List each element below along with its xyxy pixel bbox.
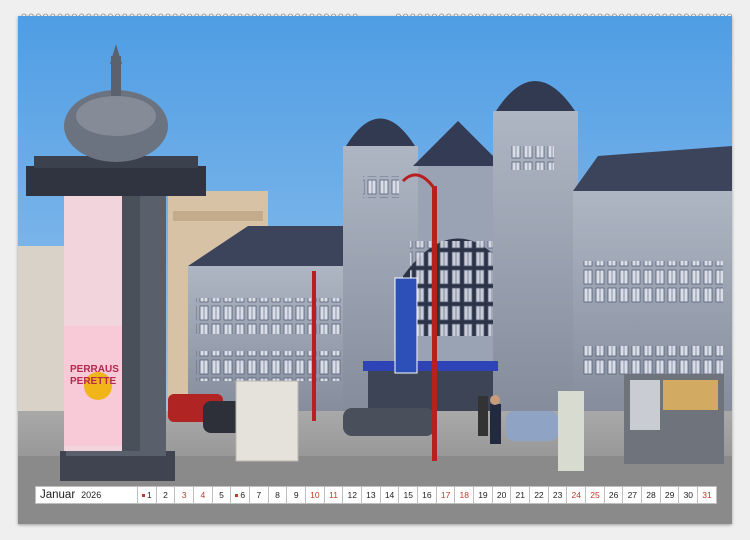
day-number: 5 <box>219 490 224 500</box>
month-label: Januar 2026 <box>36 487 138 503</box>
calendar-day: 10 <box>306 487 325 503</box>
day-number: 9 <box>293 490 299 500</box>
day-number: 30 <box>683 490 694 500</box>
day-number: 31 <box>702 490 712 500</box>
day-number: 1 <box>146 490 152 500</box>
calendar-day: 9 <box>287 487 307 503</box>
day-number: 16 <box>422 490 432 500</box>
day-number: 7 <box>256 490 262 500</box>
day-number: 15 <box>403 490 413 500</box>
calendar-day: 25 <box>586 487 605 503</box>
day-number: 18 <box>459 490 469 500</box>
calendar-day: 8 <box>269 487 288 503</box>
calendar-day: 23 <box>549 487 568 503</box>
calendar-day: 13 <box>362 487 381 503</box>
day-number: 11 <box>329 490 338 500</box>
calendar-day: 14 <box>381 487 400 503</box>
day-number: 27 <box>627 490 638 500</box>
calendar-day: 21 <box>511 487 531 503</box>
day-number: 25 <box>590 490 600 500</box>
station-photo: PERRAUS PERETTE <box>18 16 732 524</box>
day-number: 22 <box>534 490 544 500</box>
calendar-day: 2 <box>157 487 176 503</box>
calendar-day: 30 <box>679 487 699 503</box>
day-number: 3 <box>181 490 187 500</box>
calendar-sheet: PERRAUS PERETTE Januar 2026 1 2 3 4 5 6 7 8 9 10 1… <box>18 16 732 524</box>
month-year: 2026 <box>81 490 102 500</box>
calendar-day: 24 <box>567 487 587 503</box>
day-row: 1 2 3 4 5 6 7 8 9 10 11 12 13 14 15 16 17 18 19 20 21 22 23 24 2… <box>138 487 716 503</box>
calendar-day: 26 <box>605 487 624 503</box>
day-number: 29 <box>664 490 675 500</box>
day-number: 14 <box>384 490 395 500</box>
calendar-day: 5 <box>213 487 232 503</box>
holiday-marker-icon <box>141 493 145 497</box>
day-number: 4 <box>200 490 206 500</box>
holiday-marker-icon <box>235 493 239 497</box>
calendar-day: 17 <box>437 487 456 503</box>
calendar-day: 20 <box>493 487 512 503</box>
day-number: 13 <box>366 490 376 500</box>
day-number: 28 <box>646 490 656 500</box>
blue-sign <box>394 277 418 374</box>
calendar-page: PERRAUS PERETTE Januar 2026 1 2 3 4 5 6 7 8 9 10 1… <box>0 0 750 540</box>
calendar-day: 29 <box>661 487 680 503</box>
day-number: 10 <box>310 490 320 500</box>
day-number: 26 <box>608 490 619 500</box>
poster-text-line-1: PERRAUS <box>70 364 119 375</box>
calendar-day: 18 <box>455 487 475 503</box>
day-number: 6 <box>240 490 246 500</box>
calendar-day: 28 <box>642 487 661 503</box>
day-number: 20 <box>496 490 507 500</box>
calendar-day: 16 <box>418 487 437 503</box>
calendar-day: 19 <box>474 487 493 503</box>
calendar-day: 6 <box>231 487 251 503</box>
day-number: 21 <box>515 490 525 500</box>
day-number: 23 <box>552 490 563 500</box>
calendar-day: 31 <box>698 487 716 503</box>
calendar-day: 15 <box>399 487 419 503</box>
utility-box <box>235 380 299 462</box>
calendar-day: 3 <box>175 487 195 503</box>
calendar-day: 7 <box>250 487 269 503</box>
month-name: Januar <box>40 489 76 501</box>
calendar-day: 4 <box>194 487 213 503</box>
day-number: 8 <box>275 490 280 500</box>
day-number: 19 <box>478 490 488 500</box>
calendar-day: 22 <box>530 487 549 503</box>
calendar-day: 12 <box>343 487 363 503</box>
poster-text-line-2: PERETTE <box>70 376 116 387</box>
day-number: 2 <box>163 490 168 500</box>
day-number: 24 <box>571 490 582 500</box>
calendar-strip: Januar 2026 1 2 3 4 5 6 7 8 9 10 11 12 13 14 15 16 17 18 1… <box>35 486 717 504</box>
calendar-day: 27 <box>623 487 643 503</box>
day-number: 17 <box>440 490 451 500</box>
calendar-day: 1 <box>138 487 157 503</box>
day-number: 12 <box>347 490 357 500</box>
calendar-day: 11 <box>325 487 344 503</box>
